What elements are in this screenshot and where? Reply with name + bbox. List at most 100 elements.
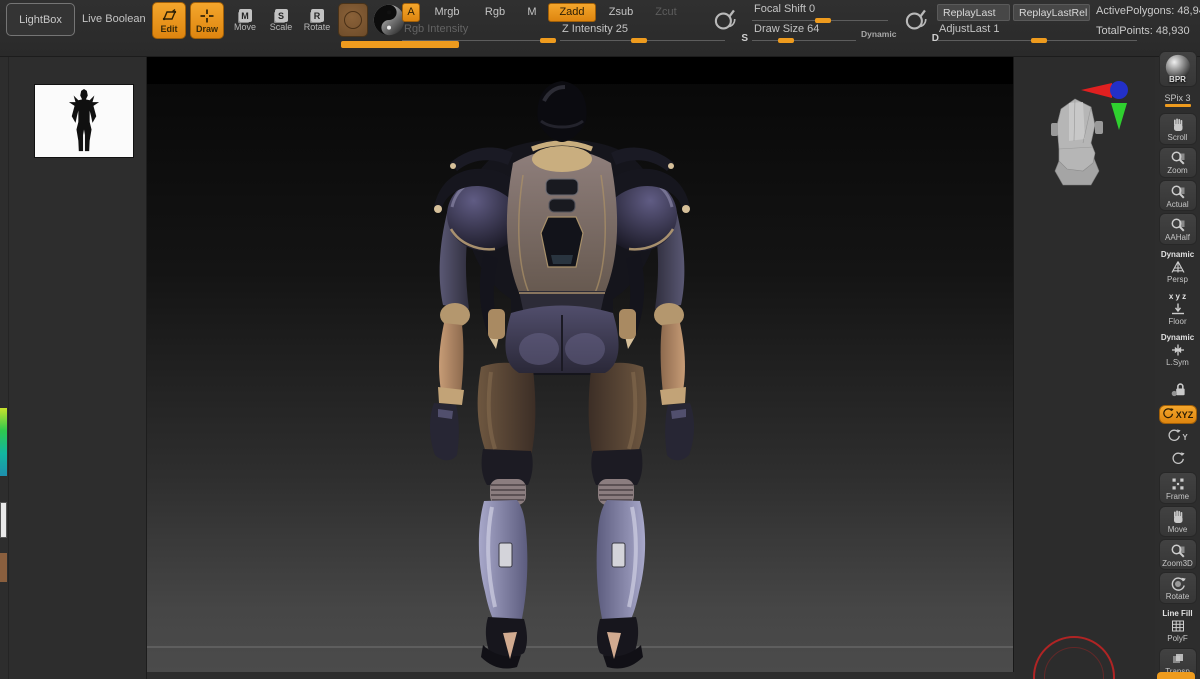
move-key-icon: M — [238, 9, 252, 22]
hand-icon — [1170, 117, 1186, 133]
rgb-intensity-slider[interactable]: Rgb Intensity — [402, 23, 556, 44]
rotate-arc-icon — [1167, 428, 1181, 447]
spix-bar — [1164, 104, 1191, 108]
scale-label: Scale — [269, 22, 293, 32]
rotate-canvas-button[interactable]: Rotate — [1158, 572, 1197, 604]
adjust-last-label: AdjustLast 1 — [939, 23, 1000, 35]
dynamic-mode-label[interactable]: Dynamic — [861, 29, 896, 39]
rgb-intensity-label: Rgb Intensity — [404, 23, 469, 35]
bpr-render-button[interactable]: BPR — [1158, 51, 1197, 87]
lsym-dynamic-label: Dynamic — [1160, 333, 1195, 343]
sculpt-viewport[interactable] — [147, 57, 1014, 672]
rotate-canvas-label: Rotate — [1165, 592, 1190, 602]
local-transform-button[interactable] — [1159, 372, 1197, 403]
actual-button[interactable]: Actual — [1158, 179, 1197, 212]
draw-size-handle[interactable] — [778, 38, 794, 43]
lightbox-button[interactable]: LightBox — [6, 3, 75, 36]
rotate-view-icon — [1170, 576, 1186, 592]
replay-last-button[interactable]: ReplayLast — [937, 4, 1010, 21]
replay-last-rel-button[interactable]: ReplayLastRel — [1013, 4, 1090, 21]
total-points-stat: TotalPoints: 48,930 — [1096, 25, 1190, 37]
draw-size-slider[interactable]: Draw Size 64 — [752, 23, 856, 44]
draw-size-track — [752, 40, 856, 41]
draw-size-label: Draw Size 64 — [754, 23, 820, 35]
aahalf-label: AAHalf — [1165, 233, 1190, 243]
axis-gizmo[interactable] — [1081, 81, 1133, 133]
spix-slider[interactable]: SPix 3 — [1159, 89, 1197, 111]
scale-key-icon: S — [274, 9, 288, 22]
focal-shift-label: Focal Shift 0 — [754, 3, 816, 15]
top-toolbar: LightBox Live Boolean Edit Draw M Move S… — [0, 0, 1200, 57]
rotate-nav-circle — [1033, 636, 1115, 679]
lsym-button[interactable]: Dynamic L.Sym — [1159, 330, 1197, 370]
rotate-z-button[interactable] — [1164, 449, 1192, 470]
polyf-label: PolyF — [1167, 634, 1188, 644]
move-button[interactable]: M Move — [228, 2, 262, 39]
rgb-intensity-handle[interactable] — [539, 38, 556, 43]
draw-crosshair-icon — [199, 8, 215, 24]
rotate-arc-icon — [1162, 406, 1174, 424]
move-label: Move — [233, 22, 256, 32]
color-swatch-brown[interactable] — [0, 553, 7, 582]
stroke-s-button[interactable]: S — [712, 8, 748, 46]
texture-ring-icon — [344, 11, 362, 29]
adjust-last-handle[interactable] — [1031, 38, 1047, 43]
mode-mrgb-button[interactable]: Mrgb — [424, 4, 470, 21]
stroke-s-letter: S — [741, 33, 748, 44]
z-intensity-handle[interactable] — [630, 38, 647, 43]
axis-x-cone — [1081, 83, 1112, 98]
scale-button[interactable]: S Scale — [264, 2, 298, 39]
clipped-bottom-button[interactable] — [1157, 672, 1195, 679]
axis-z-sphere — [1110, 81, 1128, 99]
rotate-key-icon: R — [310, 9, 324, 22]
draw-button[interactable]: Draw — [190, 2, 224, 39]
edit-button[interactable]: Edit — [152, 2, 186, 39]
floor-label: Floor — [1168, 316, 1187, 326]
aahalf-button[interactable]: AAHalf — [1158, 213, 1197, 245]
edit-label: Edit — [160, 23, 178, 34]
floor-button[interactable]: x y z Floor — [1159, 289, 1197, 328]
mode-a-button[interactable]: A — [402, 3, 420, 22]
y-label: Y — [1182, 432, 1188, 442]
scroll-button[interactable]: Scroll — [1158, 113, 1197, 145]
mode-zadd-button[interactable]: Zadd — [548, 3, 596, 22]
local-symmetry-icon — [1170, 342, 1186, 358]
z-intensity-slider[interactable]: Z Intensity 25 — [560, 23, 725, 44]
stroke-d-button[interactable]: D — [903, 8, 939, 46]
edit-object-icon — [161, 8, 177, 24]
paint-mode-group: A Mrgb Rgb M Zadd Zsub Zcut — [402, 3, 686, 22]
tool-preview-thumbnail[interactable] — [35, 85, 133, 157]
line-fill-label: Line Fill — [1162, 609, 1193, 619]
live-boolean-button[interactable]: Live Boolean — [82, 9, 146, 29]
color-spectrum-strip[interactable] — [0, 408, 7, 476]
rotate-xyz-button[interactable]: XYZ — [1158, 405, 1197, 425]
color-swatch-light[interactable] — [0, 502, 7, 538]
current-texture-swatch[interactable] — [338, 3, 368, 37]
right-shelf: BPR SPix 3 Scroll Zoom Actual AAHalf Dyn… — [1155, 50, 1200, 679]
z-intensity-label: Z Intensity 25 — [562, 23, 629, 35]
left-tray-divider — [8, 57, 9, 679]
zoom-button[interactable]: Zoom — [1158, 146, 1197, 178]
rotate-button[interactable]: R Rotate — [300, 2, 334, 39]
mode-m-button[interactable]: M — [520, 4, 544, 21]
perspective-grid-icon — [1170, 259, 1186, 275]
actual-label: Actual — [1166, 199, 1189, 209]
polyframe-button[interactable]: Line Fill PolyF — [1159, 606, 1197, 646]
move-canvas-label: Move — [1167, 525, 1188, 535]
persp-button[interactable]: Dynamic Persp — [1159, 247, 1197, 287]
mode-zsub-button[interactable]: Zsub — [600, 4, 642, 21]
mode-rgb-button[interactable]: Rgb — [474, 4, 516, 21]
rotate-y-button[interactable]: Y — [1164, 426, 1192, 447]
lsym-label: L.Sym — [1166, 358, 1189, 368]
focal-shift-slider[interactable]: Focal Shift 0 — [752, 3, 888, 24]
zoom3d-button[interactable]: Zoom3D — [1158, 538, 1197, 571]
frame-button[interactable]: Frame — [1158, 472, 1197, 504]
character-model — [147, 81, 1013, 671]
stroke-curve-icon — [712, 9, 738, 38]
move-canvas-button[interactable]: Move — [1158, 505, 1197, 537]
material-sphere-icon — [373, 4, 405, 40]
mode-zcut-button[interactable]: Zcut — [646, 4, 686, 21]
rotate-nav-circle-inner — [1044, 647, 1104, 679]
draw-label: Draw — [195, 23, 218, 34]
zoom-label: Zoom — [1167, 166, 1188, 176]
